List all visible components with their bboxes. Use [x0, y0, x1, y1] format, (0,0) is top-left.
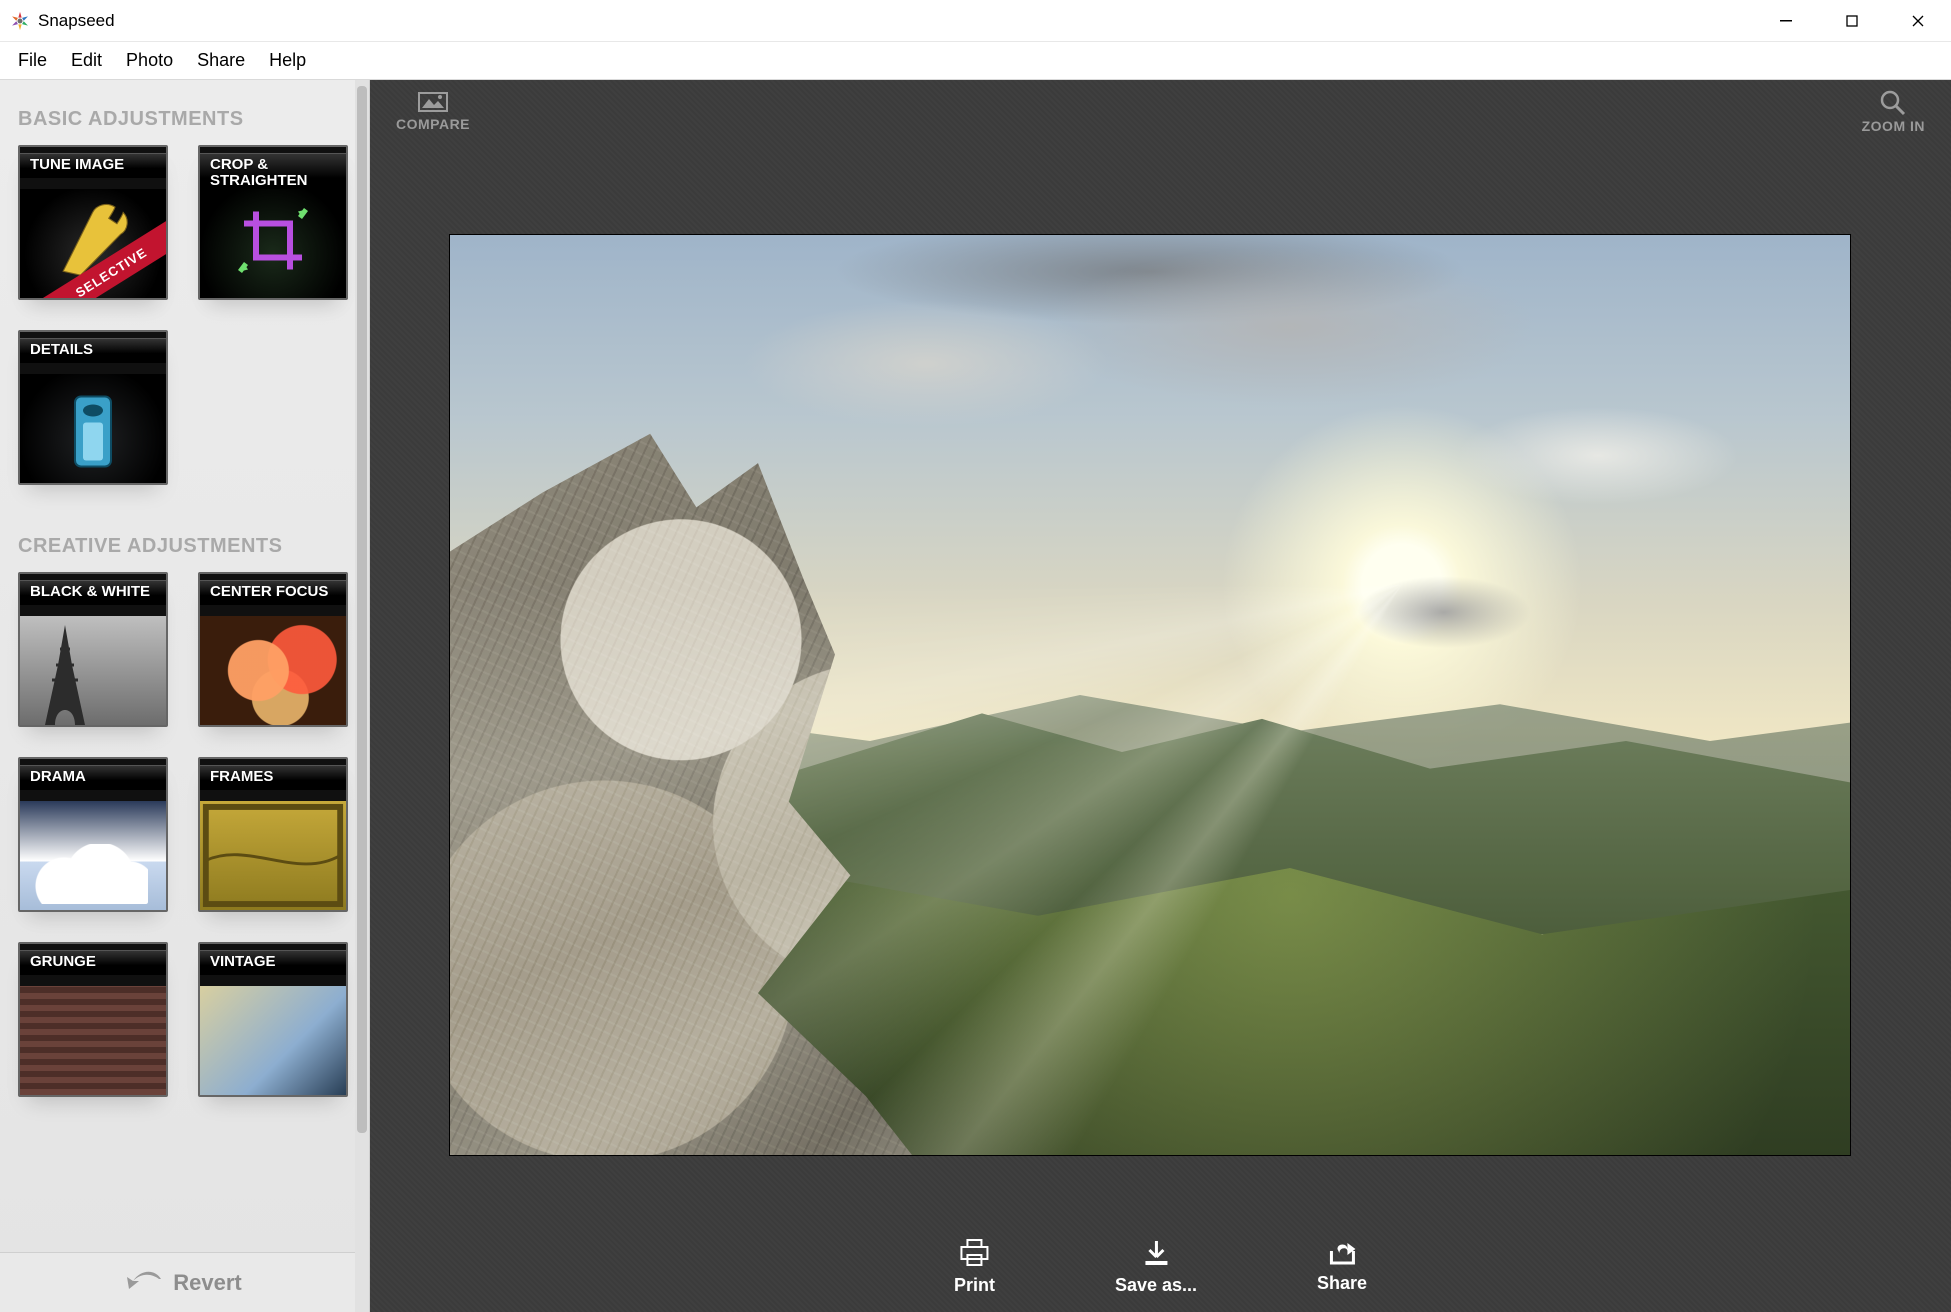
sharpener-icon — [63, 388, 123, 478]
tool-frames[interactable]: FRAMES — [198, 757, 348, 912]
tool-label: FRAMES — [200, 765, 346, 790]
share-label: Share — [1317, 1273, 1367, 1294]
zoom-in-label: ZOOM IN — [1862, 118, 1925, 134]
share-button[interactable]: Share — [1317, 1239, 1367, 1296]
bottom-action-bar: Print Save as... Share — [954, 1239, 1367, 1296]
tool-grunge[interactable]: GRUNGE — [18, 942, 168, 1097]
window-controls — [1753, 0, 1951, 41]
tool-details[interactable]: DETAILS — [18, 330, 168, 485]
tool-vintage[interactable]: VINTAGE — [198, 942, 348, 1097]
photo — [450, 235, 1850, 1155]
canvas-area: COMPARE ZOOM IN — [370, 80, 1951, 1312]
compare-icon — [418, 90, 448, 114]
eiffel-icon — [30, 625, 100, 725]
menu-edit[interactable]: Edit — [59, 44, 114, 77]
menu-share[interactable]: Share — [185, 44, 257, 77]
tool-art — [200, 986, 346, 1095]
tool-art — [20, 616, 166, 725]
revert-label: Revert — [173, 1270, 241, 1296]
crop-icon — [238, 205, 308, 275]
photo-frame[interactable] — [450, 235, 1850, 1155]
tool-art — [20, 986, 166, 1095]
minimize-button[interactable] — [1753, 0, 1819, 41]
share-icon — [1327, 1239, 1357, 1265]
maximize-icon — [1846, 15, 1858, 27]
maximize-button[interactable] — [1819, 0, 1885, 41]
sidebar: BASIC ADJUSTMENTS TUNE IMAGE SELECTIVE C… — [0, 80, 370, 1312]
titlebar: Snapseed — [0, 0, 1951, 42]
cloud-icon — [28, 844, 148, 904]
compare-label: COMPARE — [396, 116, 470, 132]
menu-help[interactable]: Help — [257, 44, 318, 77]
zoom-in-icon — [1880, 90, 1906, 116]
frames-icon — [200, 801, 346, 910]
print-icon — [959, 1239, 989, 1267]
save-as-label: Save as... — [1115, 1275, 1197, 1296]
tool-art — [20, 801, 166, 910]
tool-label: TUNE IMAGE — [20, 153, 166, 178]
compare-button[interactable]: COMPARE — [396, 90, 470, 144]
revert-icon — [127, 1271, 161, 1295]
close-button[interactable] — [1885, 0, 1951, 41]
revert-button[interactable]: Revert — [0, 1252, 369, 1312]
tool-label: BLACK & WHITE — [20, 580, 166, 605]
tool-crop-straighten[interactable]: CROP & STRAIGHTEN — [198, 145, 348, 300]
tool-label: VINTAGE — [200, 950, 346, 975]
tool-label: CROP & STRAIGHTEN — [200, 153, 346, 194]
app-logo-icon — [10, 11, 30, 31]
zoom-in-button[interactable]: ZOOM IN — [1862, 90, 1925, 144]
tool-art: SELECTIVE — [20, 189, 166, 298]
tool-art — [200, 189, 346, 298]
tool-grid-basic: TUNE IMAGE SELECTIVE CROP & STRAIGHTEN — [18, 145, 351, 485]
main-area: BASIC ADJUSTMENTS TUNE IMAGE SELECTIVE C… — [0, 80, 1951, 1312]
tool-label: GRUNGE — [20, 950, 166, 975]
sidebar-scrollbar[interactable] — [355, 80, 369, 1312]
menubar: File Edit Photo Share Help — [0, 42, 1951, 80]
tool-label: CENTER FOCUS — [200, 580, 346, 605]
save-as-button[interactable]: Save as... — [1115, 1239, 1197, 1296]
tool-grid-creative: BLACK & WHITE CENTER FOCUS DRAMA — [18, 572, 351, 1097]
section-title-basic: BASIC ADJUSTMENTS — [18, 108, 351, 131]
close-icon — [1912, 15, 1924, 27]
tool-art — [20, 374, 166, 483]
tool-black-white[interactable]: BLACK & WHITE — [18, 572, 168, 727]
section-title-creative: CREATIVE ADJUSTMENTS — [18, 535, 351, 558]
print-label: Print — [954, 1275, 995, 1296]
minimize-icon — [1780, 15, 1792, 27]
menu-file[interactable]: File — [6, 44, 59, 77]
save-as-icon — [1142, 1239, 1170, 1267]
window-title: Snapseed — [38, 11, 115, 31]
tool-scroll: BASIC ADJUSTMENTS TUNE IMAGE SELECTIVE C… — [0, 80, 369, 1252]
scrollbar-thumb[interactable] — [357, 86, 367, 1133]
canvas-top-bar: COMPARE ZOOM IN — [370, 80, 1951, 144]
tool-label: DETAILS — [20, 338, 166, 363]
tool-center-focus[interactable]: CENTER FOCUS — [198, 572, 348, 727]
tool-drama[interactable]: DRAMA — [18, 757, 168, 912]
menu-photo[interactable]: Photo — [114, 44, 185, 77]
tool-label: DRAMA — [20, 765, 166, 790]
tool-tune-image[interactable]: TUNE IMAGE SELECTIVE — [18, 145, 168, 300]
print-button[interactable]: Print — [954, 1239, 995, 1296]
tool-art — [200, 616, 346, 725]
tool-art — [200, 801, 346, 910]
